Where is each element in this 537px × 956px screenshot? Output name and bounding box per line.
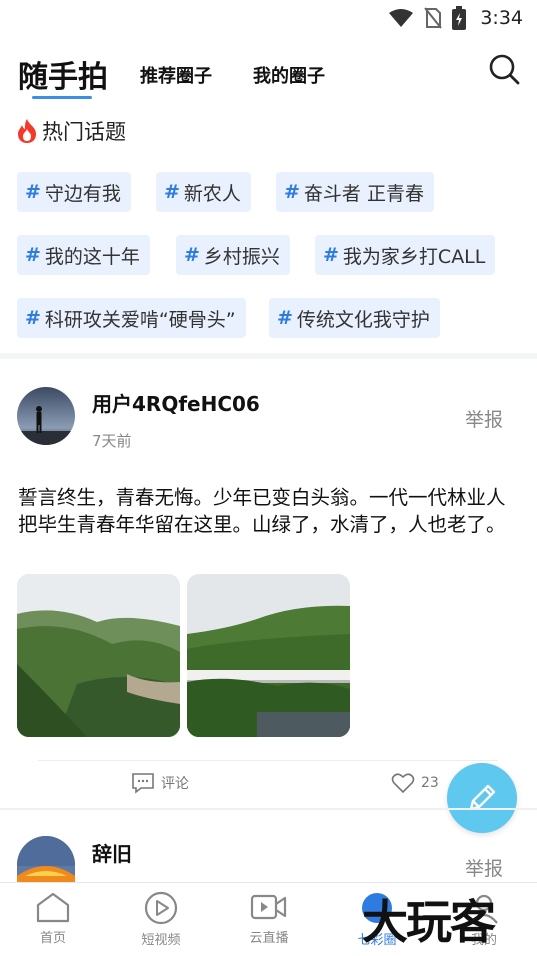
nav-label: 短视频 xyxy=(141,933,181,948)
nav-short-video[interactable]: 短视频 xyxy=(124,891,198,948)
header: 随手拍 推荐圈子 我的圈子 xyxy=(0,44,537,104)
search-icon[interactable] xyxy=(487,52,521,86)
tab-suishoupai[interactable]: 随手拍 xyxy=(18,52,108,96)
post-time: 7天前 xyxy=(92,432,132,450)
tab-recommended-circles[interactable]: 推荐圈子 xyxy=(140,62,212,88)
home-icon xyxy=(36,892,70,923)
like-count: 23 xyxy=(421,775,439,791)
avatar[interactable] xyxy=(17,387,75,445)
topic-tag[interactable]: # 新农人 xyxy=(156,172,251,212)
topic-tag-label: 我的这十年 xyxy=(44,245,140,268)
compose-button[interactable] xyxy=(447,763,517,833)
fire-icon xyxy=(18,119,36,143)
nav-home[interactable]: 首页 xyxy=(16,891,90,946)
circle-icon xyxy=(362,893,392,923)
hash-icon: # xyxy=(25,244,41,266)
battery-icon xyxy=(452,6,467,30)
status-bar: 3:34 xyxy=(0,0,537,36)
tab-my-circles[interactable]: 我的圈子 xyxy=(253,62,325,88)
post-image[interactable] xyxy=(17,574,180,737)
post-divider xyxy=(38,760,498,761)
hash-icon: # xyxy=(184,244,200,266)
topic-tag[interactable]: # 科研攻关爱啃“硬骨头” xyxy=(17,298,246,338)
status-time: 3:34 xyxy=(480,7,523,29)
nav-label: 云直播 xyxy=(249,931,289,946)
active-tab-indicator xyxy=(32,96,92,99)
avatar-image xyxy=(17,387,75,445)
topic-tag[interactable]: # 奋斗者 正青春 xyxy=(276,172,434,212)
post-username[interactable]: 辞旧 xyxy=(92,838,132,867)
nav-label: 首页 xyxy=(39,931,66,946)
topic-tag[interactable]: # 传统文化我守护 xyxy=(269,298,440,338)
topic-tag-label: 新农人 xyxy=(183,182,241,205)
topic-tag[interactable]: # 乡村振兴 xyxy=(176,235,290,275)
hot-topics-title: 热门话题 xyxy=(16,116,126,146)
topic-tag[interactable]: # 守边有我 xyxy=(17,172,131,212)
hash-icon: # xyxy=(25,307,41,329)
nav-circle[interactable]: 七彩圈 xyxy=(340,891,414,948)
topic-tag-label: 传统文化我守护 xyxy=(296,308,430,331)
like-button[interactable]: 23 xyxy=(391,772,439,794)
nav-mine[interactable]: 我的 xyxy=(447,891,521,948)
bottom-nav: 首页 短视频 云直播 七彩圈 我的 xyxy=(0,882,537,956)
topic-tag[interactable]: # 我为家乡打CALL xyxy=(315,235,496,275)
report-button[interactable]: 举报 xyxy=(465,854,503,881)
comment-label: 评论 xyxy=(161,776,189,792)
heart-icon xyxy=(391,773,415,794)
nav-label: 我的 xyxy=(470,933,497,948)
comment-button[interactable]: 评论 xyxy=(131,772,189,794)
mountain-photo xyxy=(17,574,180,737)
report-button[interactable]: 举报 xyxy=(465,405,503,432)
hash-icon: # xyxy=(277,307,293,329)
post-separator xyxy=(0,808,537,810)
post-username[interactable]: 用户4RQfeHC06 xyxy=(92,388,260,417)
topic-tag-label: 守边有我 xyxy=(44,182,121,205)
topic-tag-label: 乡村振兴 xyxy=(203,245,280,268)
user-icon xyxy=(470,894,498,924)
hash-icon: # xyxy=(164,181,180,203)
wifi-icon xyxy=(389,9,414,27)
topic-tag-label: 我为家乡打CALL xyxy=(342,245,486,268)
hash-icon: # xyxy=(284,181,300,203)
topic-tag[interactable]: # 我的这十年 xyxy=(17,235,150,275)
post-text: 誓言终生，青春无悔。少年已变白头翁。一代一代林业人把毕生青春年华留在这里。山绿了… xyxy=(18,486,506,536)
comment-icon xyxy=(132,773,154,794)
village-photo xyxy=(187,574,350,737)
hash-icon: # xyxy=(25,181,41,203)
nav-label: 七彩圈 xyxy=(357,933,397,948)
sim-icon xyxy=(424,7,443,29)
section-divider xyxy=(0,353,537,359)
topic-tag-label: 奋斗者 正青春 xyxy=(303,182,424,205)
pencil-icon xyxy=(469,784,496,811)
play-circle-icon xyxy=(144,891,178,925)
avatar[interactable] xyxy=(17,836,75,882)
video-camera-icon xyxy=(250,894,287,920)
post-image[interactable] xyxy=(187,574,350,737)
avatar-image xyxy=(17,836,75,882)
hot-topics-label: 热门话题 xyxy=(42,120,126,144)
topic-tag-label: 科研攻关爱啃“硬骨头” xyxy=(44,308,236,331)
hash-icon: # xyxy=(323,244,339,266)
nav-live[interactable]: 云直播 xyxy=(232,891,306,946)
